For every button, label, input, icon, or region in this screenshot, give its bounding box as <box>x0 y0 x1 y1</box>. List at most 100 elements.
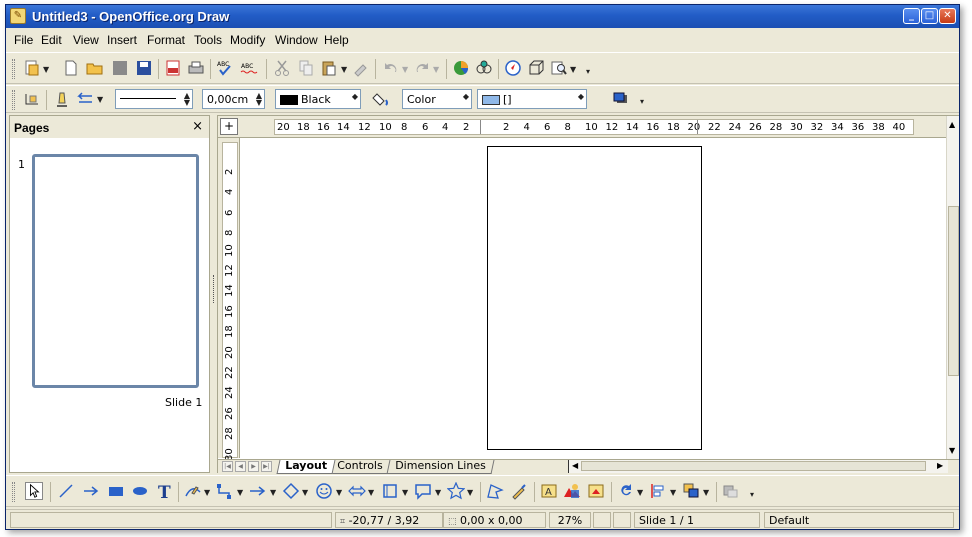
connector-dropdown-icon[interactable]: ▼ <box>237 488 243 497</box>
menu-insert[interactable]: Insert <box>107 33 137 47</box>
save-disabled-icon[interactable] <box>111 59 129 77</box>
alignment-dropdown-icon[interactable]: ▼ <box>670 488 676 497</box>
line-width-field[interactable]: 0,00cm ▲ ▼ <box>202 89 265 109</box>
last-tab-button[interactable]: ▶| <box>261 461 272 472</box>
arrow-style-dropdown-icon[interactable]: ▼ <box>97 95 103 104</box>
prev-tab-button[interactable]: ◀ <box>235 461 246 472</box>
auto-spellcheck-icon[interactable]: ABC <box>240 59 258 77</box>
toolbar-options-icon[interactable]: ▾ <box>640 97 644 106</box>
area-style-dropdown-icon[interactable]: ◆ <box>463 93 469 101</box>
area-style-select[interactable]: Color ◆ <box>402 89 472 109</box>
fontwork-gallery-icon[interactable]: A <box>540 482 558 500</box>
ellipse-tool-icon[interactable] <box>131 482 149 500</box>
close-pages-panel-button[interactable]: × <box>192 119 203 134</box>
block-arrows-dropdown-icon[interactable]: ▼ <box>368 488 374 497</box>
points-edit-icon[interactable] <box>486 482 504 500</box>
print-icon[interactable] <box>187 59 205 77</box>
minimize-button[interactable]: _ <box>903 8 920 24</box>
lines-arrows-dropdown-icon[interactable]: ▼ <box>270 488 276 497</box>
extrusion-toggle-icon[interactable] <box>722 482 740 500</box>
points-icon[interactable] <box>23 90 41 108</box>
basic-shapes-icon[interactable] <box>282 482 300 500</box>
first-tab-button[interactable]: |◀ <box>222 461 233 472</box>
menu-format[interactable]: Format <box>147 33 185 47</box>
line-tool-icon[interactable] <box>57 482 75 500</box>
new-document-icon[interactable] <box>23 59 41 77</box>
scroll-left-icon[interactable]: ◀ <box>572 461 578 470</box>
stars-dropdown-icon[interactable]: ▼ <box>467 488 473 497</box>
cut-icon[interactable] <box>273 59 291 77</box>
callouts-icon[interactable] <box>414 482 432 500</box>
menu-view[interactable]: View <box>73 33 99 47</box>
drawing-page[interactable] <box>487 146 702 450</box>
maximize-button[interactable]: □ <box>921 8 938 24</box>
title-bar[interactable]: ✎ Untitled3 - OpenOffice.org Draw _ □ ✕ <box>6 5 959 28</box>
lines-arrows-tool-icon[interactable] <box>249 482 267 500</box>
arrange-dropdown-icon[interactable]: ▼ <box>703 488 709 497</box>
line-color-select[interactable]: Black ◆ <box>275 89 361 109</box>
vertical-scroll-thumb[interactable] <box>948 206 959 376</box>
tab-type-selector[interactable]: + <box>220 118 238 135</box>
splitter-grip[interactable] <box>213 275 215 303</box>
toolbar-options-icon[interactable]: ▾ <box>750 490 754 499</box>
tab-dimension-lines[interactable]: Dimension Lines <box>386 459 495 474</box>
shadow-icon[interactable] <box>612 90 630 108</box>
paste-dropdown-icon[interactable]: ▼ <box>341 65 347 74</box>
insert-frame-icon[interactable] <box>587 482 605 500</box>
menu-modify[interactable]: Modify <box>230 33 265 47</box>
undo-icon[interactable] <box>382 59 400 77</box>
curve-tool-icon[interactable] <box>184 482 202 500</box>
area-fill-dropdown-icon[interactable]: ◆ <box>578 93 584 101</box>
slide-thumbnail[interactable] <box>32 154 199 388</box>
rectangle-tool-icon[interactable] <box>107 482 125 500</box>
chart-icon[interactable] <box>452 59 470 77</box>
gallery-icon[interactable] <box>475 59 493 77</box>
stars-icon[interactable] <box>447 482 465 500</box>
horizontal-ruler[interactable]: + 20 18 16 14 12 10 8 6 4 2 2 4 6 8 10 12 14 16 18 20 22 24 26… <box>218 116 946 138</box>
new-dropdown-icon[interactable]: ▼ <box>43 65 49 74</box>
scroll-right-icon[interactable]: ▶ <box>937 461 943 470</box>
export-pdf-icon[interactable] <box>164 59 182 77</box>
spellcheck-icon[interactable]: ABC <box>216 59 234 77</box>
toolbar-options-icon[interactable]: ▾ <box>586 67 590 76</box>
symbol-shapes-dropdown-icon[interactable]: ▼ <box>336 488 342 497</box>
paste-icon[interactable] <box>320 59 338 77</box>
line-icon[interactable] <box>53 90 71 108</box>
close-button[interactable]: ✕ <box>939 8 956 24</box>
zoom-dropdown-icon[interactable]: ▼ <box>570 65 576 74</box>
tab-controls[interactable]: Controls <box>328 459 391 474</box>
horizontal-scrollbar[interactable]: ◀ ▶ <box>568 460 948 473</box>
toolbar-grip[interactable] <box>12 59 15 79</box>
line-style-spin-icon[interactable]: ▲ ▼ <box>184 92 190 107</box>
arrange-icon[interactable] <box>682 482 700 500</box>
toolbar-grip[interactable] <box>12 482 15 502</box>
menu-edit[interactable]: Edit <box>41 33 62 47</box>
menu-help[interactable]: Help <box>324 33 349 47</box>
3d-object-icon[interactable] <box>527 59 545 77</box>
tab-layout[interactable]: Layout <box>276 459 336 474</box>
undo-dropdown-icon[interactable]: ▼ <box>402 65 408 74</box>
line-arrow-tool-icon[interactable] <box>82 482 100 500</box>
rotate-dropdown-icon[interactable]: ▼ <box>637 488 643 497</box>
basic-shapes-dropdown-icon[interactable]: ▼ <box>302 488 308 497</box>
alignment-icon[interactable] <box>649 482 667 500</box>
scroll-up-icon[interactable]: ▲ <box>949 120 955 129</box>
connector-tool-icon[interactable] <box>216 482 234 500</box>
redo-dropdown-icon[interactable]: ▼ <box>433 65 439 74</box>
menu-file[interactable]: File <box>14 33 33 47</box>
navigator-icon[interactable] <box>504 59 522 77</box>
select-pointer-icon[interactable] <box>25 482 43 500</box>
drawing-canvas[interactable] <box>241 139 946 459</box>
block-arrows-icon[interactable] <box>348 482 366 500</box>
new-page-icon[interactable] <box>62 59 80 77</box>
line-color-dropdown-icon[interactable]: ◆ <box>352 93 358 101</box>
flowchart-icon[interactable] <box>381 482 399 500</box>
arrow-style-icon[interactable] <box>76 90 94 108</box>
vertical-ruler[interactable]: 2 4 6 8 10 12 14 16 18 20 22 24 26 28 30 <box>218 138 240 461</box>
menu-window[interactable]: Window <box>275 33 318 47</box>
redo-icon[interactable] <box>413 59 431 77</box>
area-fill-icon[interactable] <box>372 90 390 108</box>
open-folder-icon[interactable] <box>86 59 104 77</box>
save-icon[interactable] <box>135 59 153 77</box>
rotate-icon[interactable] <box>617 482 635 500</box>
